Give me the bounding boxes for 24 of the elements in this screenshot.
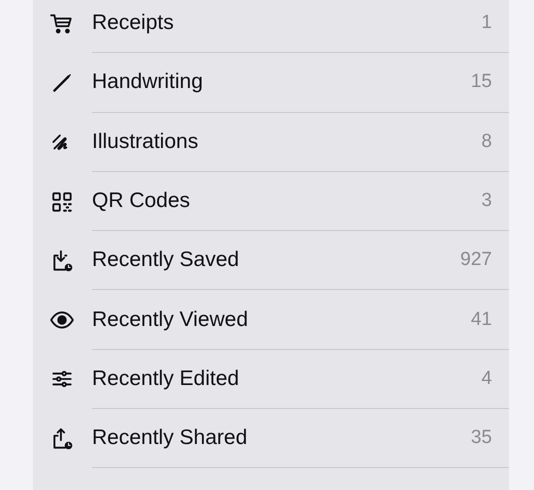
list-item[interactable]: Handwriting 15 <box>33 53 509 113</box>
item-count: 1 <box>481 12 492 34</box>
list-item[interactable]: Recently Edited 4 <box>33 350 509 410</box>
item-label: Receipts <box>92 11 174 36</box>
item-label: Illustrations <box>92 130 198 154</box>
list-item[interactable]: Recently Viewed 41 <box>33 290 509 350</box>
item-label: Recently Edited <box>92 366 240 391</box>
item-count: 41 <box>470 308 492 331</box>
item-label: Recently Saved <box>92 248 240 272</box>
item-count: 3 <box>481 190 492 212</box>
item-count: 8 <box>481 130 492 153</box>
list-item[interactable]: Recently Shared 35 <box>33 409 509 468</box>
item-count: 927 <box>460 249 492 272</box>
list-item[interactable]: Receipts 1 <box>33 0 509 54</box>
item-count: 35 <box>470 427 492 450</box>
list-item[interactable]: Recently Saved 927 <box>33 231 509 290</box>
item-label: Recently Viewed <box>92 308 248 332</box>
list-item[interactable]: Illustrations 8 <box>33 112 509 172</box>
list-item[interactable]: QR Codes 3 <box>33 172 509 232</box>
item-count: 4 <box>481 368 492 390</box>
item-label: Recently Shared <box>92 426 248 450</box>
item-count: 15 <box>470 71 492 94</box>
item-label: QR Codes <box>92 189 190 214</box>
item-label: Handwriting <box>92 70 203 94</box>
